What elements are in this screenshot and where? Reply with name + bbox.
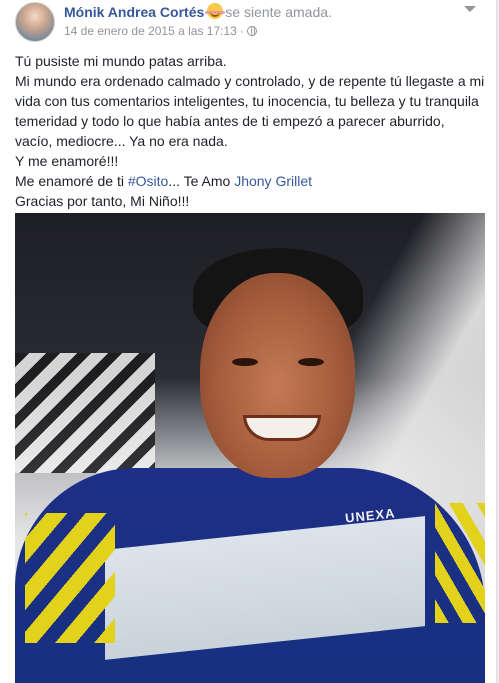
author-avatar[interactable] [15, 2, 55, 42]
post-timestamp[interactable]: 14 de enero de 2015 a las 17:13 [64, 24, 237, 38]
photo-shirt-stripes-left [25, 513, 115, 643]
meta-separator: · [239, 24, 244, 38]
smiling-face-icon [205, 3, 226, 19]
post-body: Tú pusiste mi mundo patas arriba. Mi mun… [15, 51, 485, 211]
chevron-down-icon[interactable] [464, 6, 476, 12]
hashtag-link[interactable]: #Osito [128, 173, 168, 189]
photo-eye-right [298, 358, 324, 366]
photo-pillow-stripes [15, 353, 155, 473]
author-name-link[interactable]: Mónik Andrea Cortés [64, 4, 204, 20]
mention-link[interactable]: Jhony Grillet [234, 173, 312, 189]
globe-icon[interactable] [246, 26, 257, 36]
post-paragraph: Y me enamoré!!! [15, 153, 119, 169]
feeling-text: se siente amada. [225, 4, 332, 20]
post-card: Mónik Andrea Cortés se siente amada. 14 d… [0, 0, 497, 683]
post-header: Mónik Andrea Cortés se siente amada. [64, 3, 332, 20]
photo-eye-left [232, 358, 258, 366]
post-meta: 14 de enero de 2015 a las 17:13 · [64, 24, 257, 38]
post-paragraph: Mi mundo era ordenado calmado y controla… [15, 73, 485, 149]
photo-face [200, 273, 355, 478]
paragraph-text: ... Te Amo [168, 173, 235, 189]
photo-shirt-stripes-right [435, 503, 485, 623]
paragraph-text: Me enamoré de ti [15, 173, 128, 189]
post-paragraph: Tú pusiste mi mundo patas arriba. [15, 53, 227, 69]
post-paragraph: Gracias por tanto, Mi Niño!!! [15, 193, 190, 209]
post-photo[interactable]: UNEXA [15, 213, 485, 683]
post-paragraph: Me enamoré de ti #Osito... Te Amo Jhony … [15, 171, 485, 191]
